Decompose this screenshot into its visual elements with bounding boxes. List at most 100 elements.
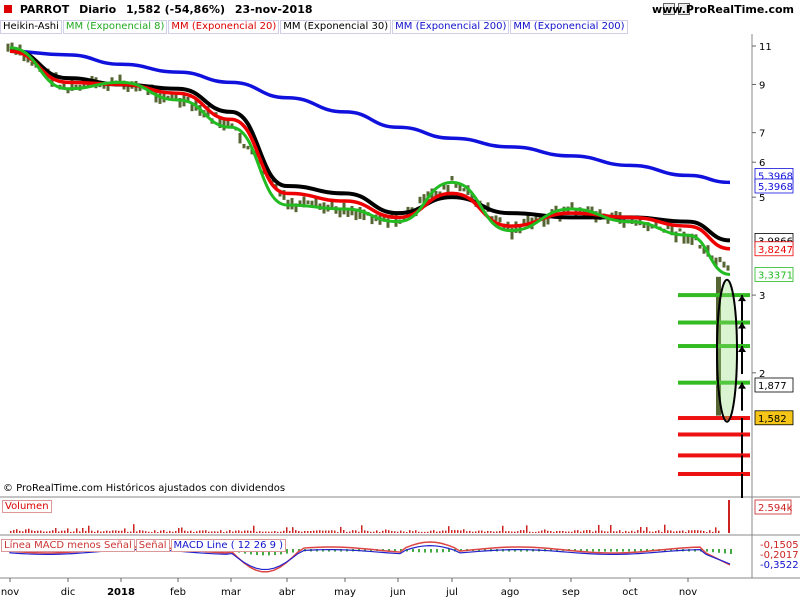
volume-bar <box>502 525 504 533</box>
x-tick-label: nov <box>1 587 19 598</box>
macd-hist-bar <box>442 549 444 553</box>
candle <box>462 188 466 192</box>
volume-bar <box>517 531 519 533</box>
volume-bar <box>82 528 84 533</box>
volume-bar <box>202 530 204 533</box>
volume-bar <box>385 529 387 533</box>
price-chart[interactable]: 11976532 nov dic 2018 feb mar abr may jun jul ago… <box>0 0 800 600</box>
volume-bar <box>40 530 42 533</box>
volume-bar <box>496 531 498 533</box>
volume-bar <box>241 531 243 533</box>
volume-bar <box>118 530 120 533</box>
volume-bar <box>661 531 663 533</box>
volume-bar <box>709 530 711 533</box>
volume-bar <box>715 527 717 533</box>
volume-bar <box>28 528 30 533</box>
macd-hist-label[interactable]: Línea MACD menos Señal <box>1 539 135 552</box>
volume-bar <box>109 531 111 533</box>
candle <box>358 207 362 219</box>
candle <box>494 215 498 221</box>
macd-signal-label[interactable]: Señal <box>135 539 170 552</box>
volume-label[interactable]: Volumen <box>2 500 52 513</box>
volume-bar <box>100 531 102 533</box>
volume-bar <box>442 530 444 533</box>
volume-tag-text: 2.594k <box>758 503 793 514</box>
volume-bar <box>640 526 642 533</box>
volume-bar <box>451 530 453 533</box>
macd-hist-bar <box>430 549 432 553</box>
volume-bar <box>595 530 597 533</box>
volume-bar <box>706 531 708 533</box>
volume-bar <box>562 530 564 533</box>
volume-bar <box>427 531 429 533</box>
volume-bar <box>13 530 15 533</box>
volume-bar <box>52 530 54 533</box>
x-tick-label: 2018 <box>107 587 135 598</box>
volume-bar <box>214 531 216 533</box>
volume-bar <box>460 530 462 533</box>
volume-bar <box>106 530 108 533</box>
volume-bar <box>454 530 456 533</box>
volume-bar <box>34 530 36 533</box>
x-tick-label: may <box>334 587 356 598</box>
y-tick-label: 3 <box>759 291 765 302</box>
volume-bar <box>607 531 609 533</box>
volume-bar <box>211 531 213 533</box>
red-level-line <box>678 453 750 458</box>
volume-bar <box>346 531 348 533</box>
candle <box>346 210 350 217</box>
x-tick-label: oct <box>622 587 638 598</box>
volume-bar <box>250 530 252 533</box>
volume-bar <box>10 530 12 533</box>
macd-line-label[interactable]: MACD Line ( 12 26 9 ) <box>170 539 287 552</box>
volume-bar <box>253 525 255 533</box>
price-tag-text: 3,8247 <box>758 245 793 256</box>
volume-bar <box>523 530 525 533</box>
candle <box>118 74 122 82</box>
macd-hist-bar <box>592 549 594 552</box>
x-tick-label: sep <box>562 587 580 598</box>
volume-bar <box>412 531 414 533</box>
volume-bar <box>142 530 144 533</box>
volume-bar <box>136 531 138 533</box>
candle <box>418 196 422 204</box>
volume-bar <box>37 530 39 533</box>
red-level-line <box>678 416 750 421</box>
volume-bar <box>352 530 354 533</box>
volume-bar <box>610 525 612 533</box>
volume-bar <box>670 530 672 533</box>
volume-bar <box>124 528 126 533</box>
volume-bar <box>391 530 393 533</box>
candle <box>238 132 242 144</box>
macd-value-tag: -0,3522 <box>760 560 799 571</box>
footer-note: © ProRealTime.com Históricos ajustados c… <box>3 483 286 494</box>
candle <box>6 43 10 52</box>
volume-bar <box>367 530 369 533</box>
volume-bar <box>151 531 153 533</box>
volume-bar <box>664 524 666 533</box>
volume-bar <box>160 530 162 533</box>
volume-bar <box>700 530 702 533</box>
volume-bar <box>301 531 303 533</box>
volume-bar <box>430 530 432 533</box>
volume-bar <box>457 530 459 533</box>
volume-bar <box>571 531 573 533</box>
volume-bar <box>667 530 669 533</box>
volume-bar <box>655 531 657 533</box>
volume-bar <box>436 531 438 533</box>
y-tick-label: 5 <box>759 193 765 204</box>
volume-bar <box>331 530 333 533</box>
volume-bar <box>73 531 75 533</box>
volume-bar <box>649 531 651 533</box>
macd-hist-bar <box>616 549 618 552</box>
volume-bar <box>697 530 699 533</box>
volume-bar <box>157 531 159 533</box>
x-tick-label: jun <box>389 587 405 598</box>
volume-bar <box>637 530 639 533</box>
y-tick-label: 9 <box>759 80 765 91</box>
volume-bar <box>433 530 435 533</box>
macd-hist-bar <box>418 549 420 553</box>
volume-bar <box>112 530 114 533</box>
volume-bar <box>508 531 510 533</box>
volume-bar <box>514 531 516 533</box>
